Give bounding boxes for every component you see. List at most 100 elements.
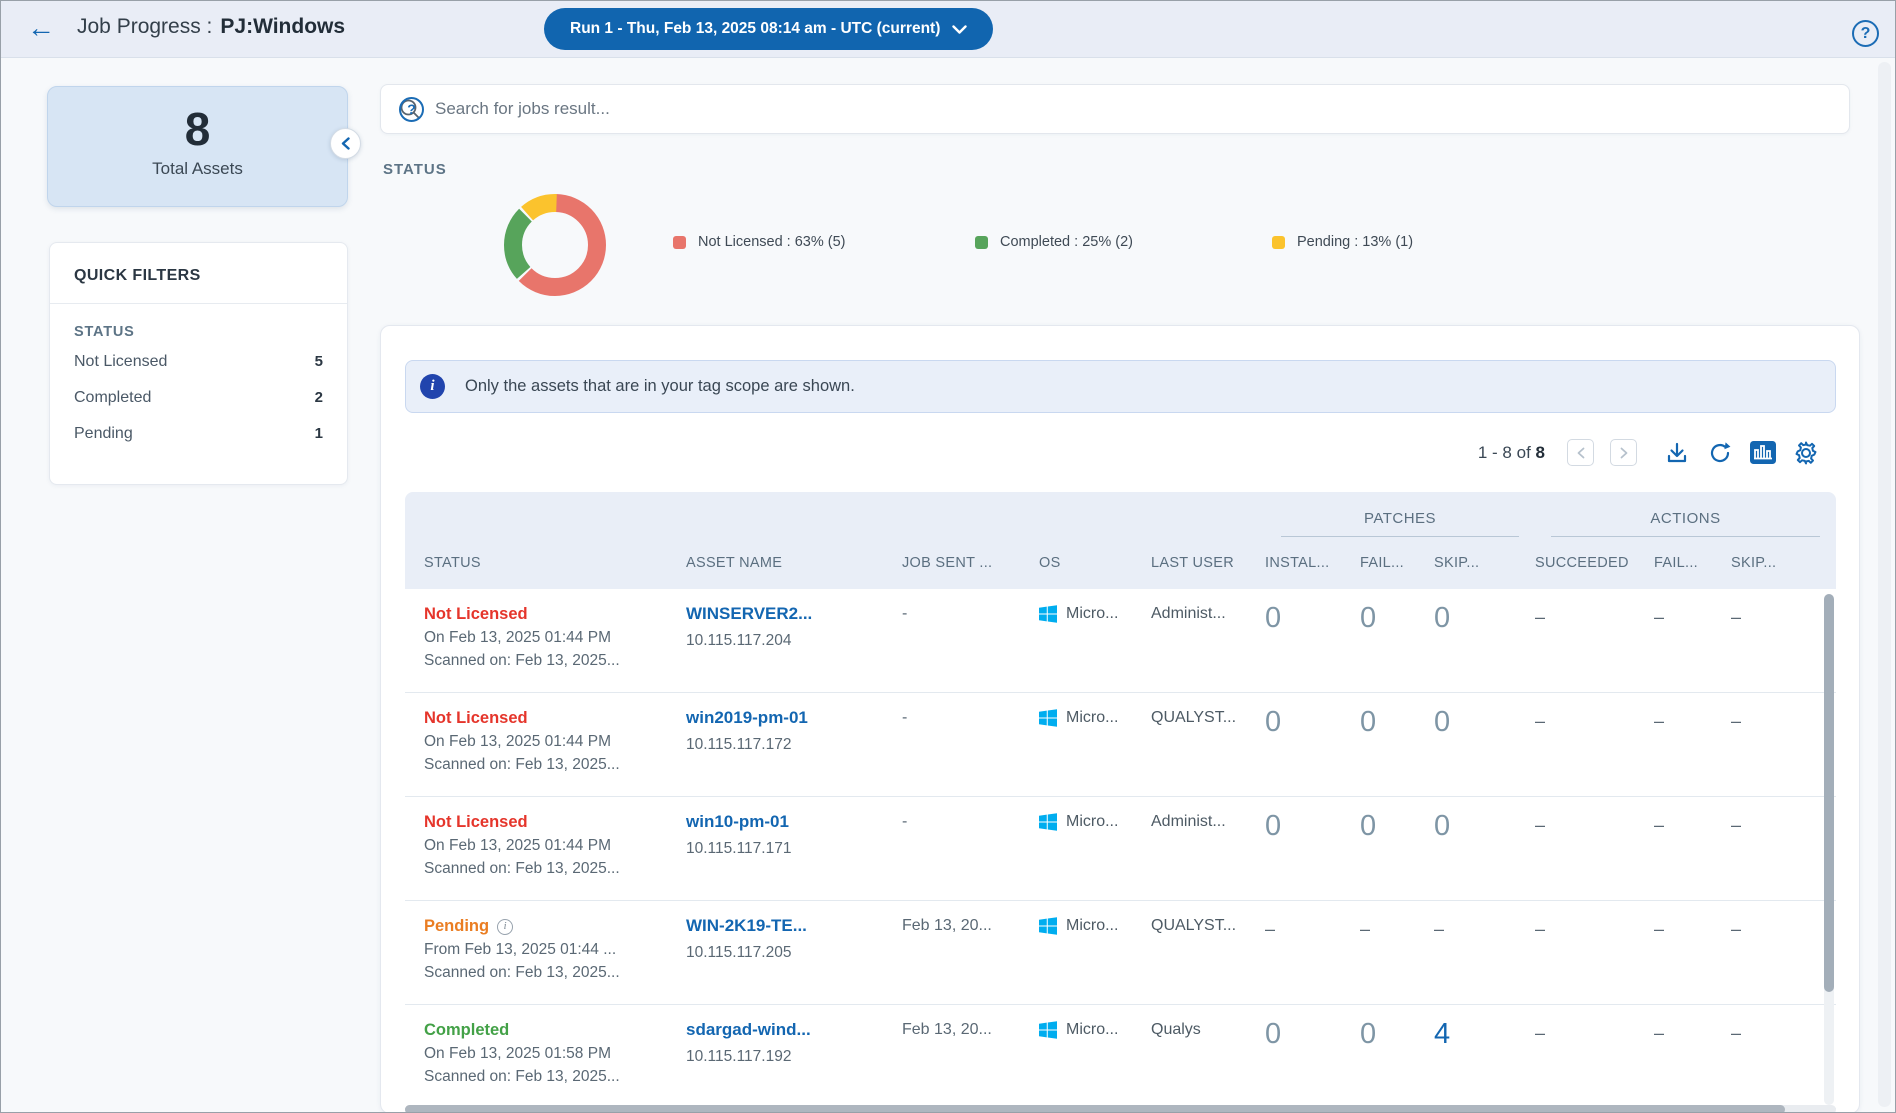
- status-date: From Feb 13, 2025 01:44 ...: [424, 938, 686, 961]
- chevron-down-icon: [952, 25, 967, 34]
- last-user-cell: QUALYST...: [1151, 707, 1265, 727]
- asset-cell: sdargad-wind... 10.115.117.192: [686, 1019, 902, 1066]
- status-cell: Pendingi From Feb 13, 2025 01:44 ... Sca…: [405, 915, 686, 984]
- back-arrow-icon[interactable]: ←: [27, 13, 55, 43]
- chevron-right-icon: [1620, 447, 1628, 459]
- horizontal-scroll-thumb[interactable]: [405, 1105, 1785, 1113]
- filter-item-pending[interactable]: Pending 1: [50, 416, 347, 452]
- filter-item-not-licensed[interactable]: Not Licensed 5: [50, 344, 347, 380]
- legend-label: Completed : 25% (2): [1000, 234, 1133, 250]
- legend-item-pending: Pending : 13% (1): [1272, 234, 1413, 250]
- col-patches-installed[interactable]: INSTAL...: [1265, 555, 1360, 571]
- table-vertical-scrollbar[interactable]: [1824, 594, 1834, 1105]
- legend-item-not-licensed: Not Licensed : 63% (5): [673, 234, 846, 250]
- asset-ip: 10.115.117.204: [686, 632, 902, 650]
- patches-skipped-value: –: [1434, 915, 1535, 943]
- patches-installed-value: 0: [1265, 603, 1360, 633]
- col-os[interactable]: OS: [1039, 555, 1151, 571]
- windows-icon: [1039, 709, 1057, 727]
- page-title: Job Progress : PJ:Windows: [77, 15, 345, 39]
- next-page-button[interactable]: [1610, 439, 1637, 466]
- run-selector-dropdown[interactable]: Run 1 - Thu, Feb 13, 2025 08:14 am - UTC…: [544, 8, 993, 50]
- os-cell: Micro...: [1039, 811, 1151, 831]
- col-actions-failed[interactable]: FAIL...: [1654, 555, 1731, 571]
- status-section-title: STATUS: [383, 161, 447, 178]
- asset-name-link[interactable]: WINSERVER2...: [686, 603, 902, 625]
- col-last-user[interactable]: LAST USER: [1151, 555, 1265, 571]
- col-asset-name[interactable]: ASSET NAME: [686, 555, 902, 571]
- windows-icon: [1039, 1021, 1057, 1039]
- page-title-text: Job Progress :: [77, 15, 212, 38]
- actions-failed-value: –: [1654, 915, 1731, 943]
- actions-succeeded-value: –: [1535, 603, 1654, 631]
- status-badge: Pending: [424, 917, 489, 935]
- actions-failed-value: –: [1654, 707, 1731, 735]
- status-scanned: Scanned on: Feb 13, 2025...: [424, 649, 686, 672]
- os-name: Micro...: [1066, 813, 1118, 831]
- patches-skipped-value[interactable]: 4: [1434, 1019, 1535, 1049]
- legend-swatch: [673, 236, 686, 249]
- status-date: On Feb 13, 2025 01:44 PM: [424, 730, 686, 753]
- last-user-cell: Administ...: [1151, 603, 1265, 623]
- legend-swatch: [975, 236, 988, 249]
- col-actions-succeeded[interactable]: SUCCEEDED: [1535, 555, 1654, 571]
- column-header-row: STATUS ASSET NAME JOB SENT ... OS LAST U…: [405, 537, 1836, 589]
- settings-button[interactable]: [1792, 439, 1819, 466]
- filter-item-completed[interactable]: Completed 2: [50, 380, 347, 416]
- job-sent-cell: Feb 13, 20...: [902, 915, 1039, 935]
- os-cell: Micro...: [1039, 707, 1151, 727]
- status-cell: Not Licensed On Feb 13, 2025 01:44 PM Sc…: [405, 707, 686, 776]
- refresh-icon: [1708, 441, 1732, 465]
- os-cell: Micro...: [1039, 603, 1151, 623]
- filter-label: Completed: [74, 389, 151, 407]
- pending-info-icon[interactable]: i: [497, 919, 513, 935]
- asset-name-link[interactable]: win2019-pm-01: [686, 707, 902, 729]
- windows-icon: [1039, 917, 1057, 935]
- run-selector-label: Run 1 - Thu, Feb 13, 2025 08:14 am - UTC…: [570, 20, 940, 38]
- info-icon: i: [420, 374, 445, 399]
- table-row: Pendingi From Feb 13, 2025 01:44 ... Sca…: [405, 901, 1836, 1005]
- os-name: Micro...: [1066, 605, 1118, 623]
- asset-name-link[interactable]: win10-pm-01: [686, 811, 902, 833]
- table-horizontal-scrollbar[interactable]: [405, 1105, 1836, 1113]
- last-user-cell: QUALYST...: [1151, 915, 1265, 935]
- actions-succeeded-value: –: [1535, 1019, 1654, 1047]
- help-icon[interactable]: ?: [1852, 20, 1879, 47]
- patches-installed-value: –: [1265, 915, 1360, 943]
- col-status[interactable]: STATUS: [405, 555, 686, 571]
- vertical-scroll-thumb[interactable]: [1824, 594, 1834, 992]
- quick-filters-panel: QUICK FILTERS STATUS Not Licensed 5 Comp…: [49, 242, 348, 485]
- chart-view-button[interactable]: [1749, 439, 1776, 466]
- status-badge: Not Licensed: [424, 813, 528, 831]
- page-scrollbar[interactable]: [1878, 62, 1891, 1107]
- search-input[interactable]: [435, 99, 1831, 119]
- group-header-actions: ACTIONS: [1551, 510, 1820, 537]
- filter-count: 5: [315, 353, 323, 371]
- sidebar-collapse-button[interactable]: [330, 128, 361, 159]
- col-patches-failed[interactable]: FAIL...: [1360, 555, 1434, 571]
- download-button[interactable]: [1663, 439, 1690, 466]
- actions-skipped-value: –: [1731, 603, 1805, 631]
- status-scanned: Scanned on: Feb 13, 2025...: [424, 1065, 686, 1088]
- search-help-icon[interactable]: ?: [399, 97, 424, 122]
- quick-filters-section-status: STATUS: [50, 304, 347, 344]
- patches-skipped-value: 0: [1434, 707, 1535, 737]
- asset-cell: win2019-pm-01 10.115.117.172: [686, 707, 902, 754]
- asset-name-link[interactable]: WIN-2K19-TE...: [686, 915, 902, 937]
- patches-installed-value: 0: [1265, 707, 1360, 737]
- col-job-sent[interactable]: JOB SENT ...: [902, 555, 1039, 571]
- status-date: On Feb 13, 2025 01:44 PM: [424, 834, 686, 857]
- actions-skipped-value: –: [1731, 1019, 1805, 1047]
- status-date: On Feb 13, 2025 01:58 PM: [424, 1042, 686, 1065]
- job-name: PJ:Windows: [220, 15, 345, 38]
- col-patches-skipped[interactable]: SKIP...: [1434, 555, 1535, 571]
- col-actions-skipped[interactable]: SKIP...: [1731, 555, 1805, 571]
- status-date: On Feb 13, 2025 01:44 PM: [424, 626, 686, 649]
- asset-name-link[interactable]: sdargad-wind...: [686, 1019, 902, 1041]
- actions-succeeded-value: –: [1535, 707, 1654, 735]
- prev-page-button[interactable]: [1567, 439, 1594, 466]
- status-cell: Not Licensed On Feb 13, 2025 01:44 PM Sc…: [405, 603, 686, 672]
- chevron-left-icon: [1577, 447, 1585, 459]
- status-cell: Completed On Feb 13, 2025 01:58 PM Scann…: [405, 1019, 686, 1088]
- refresh-button[interactable]: [1706, 439, 1733, 466]
